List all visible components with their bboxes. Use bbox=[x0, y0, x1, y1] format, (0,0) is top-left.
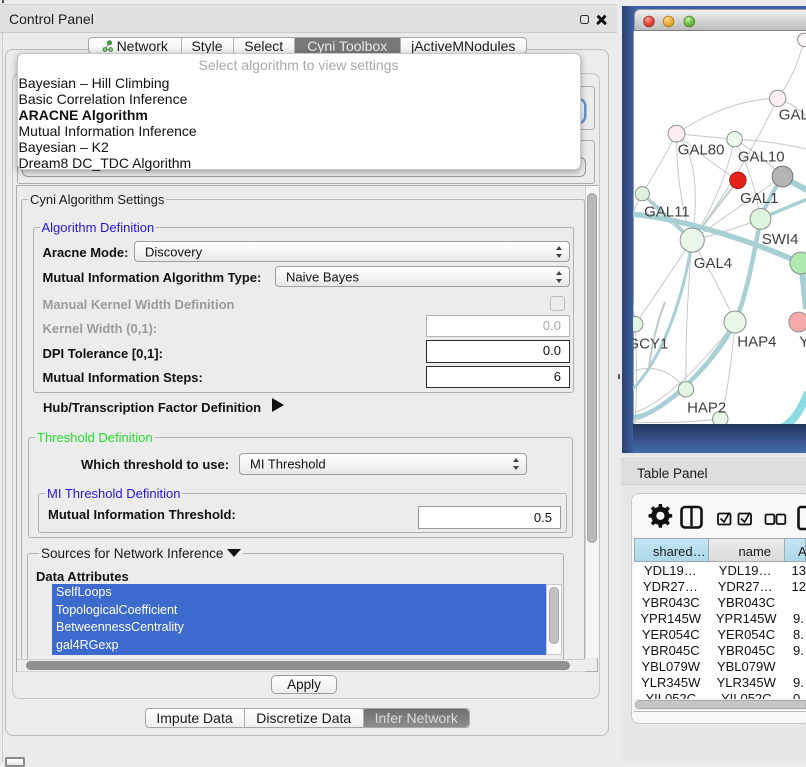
svg-text:GAL1: GAL1 bbox=[740, 190, 778, 207]
svg-text:GAL10: GAL10 bbox=[738, 149, 785, 166]
svg-text:GAL7: GAL7 bbox=[779, 107, 806, 124]
svg-text:Y: Y bbox=[799, 333, 806, 350]
svg-text:HAP4: HAP4 bbox=[737, 333, 776, 350]
svg-text:GCY1: GCY1 bbox=[633, 336, 668, 353]
svg-text:GAL4: GAL4 bbox=[694, 255, 732, 272]
svg-text:HAP2: HAP2 bbox=[687, 400, 726, 417]
svg-text:GAL80: GAL80 bbox=[678, 142, 725, 159]
svg-text:SWI4: SWI4 bbox=[762, 231, 799, 248]
svg-text:GAL11: GAL11 bbox=[644, 203, 690, 220]
